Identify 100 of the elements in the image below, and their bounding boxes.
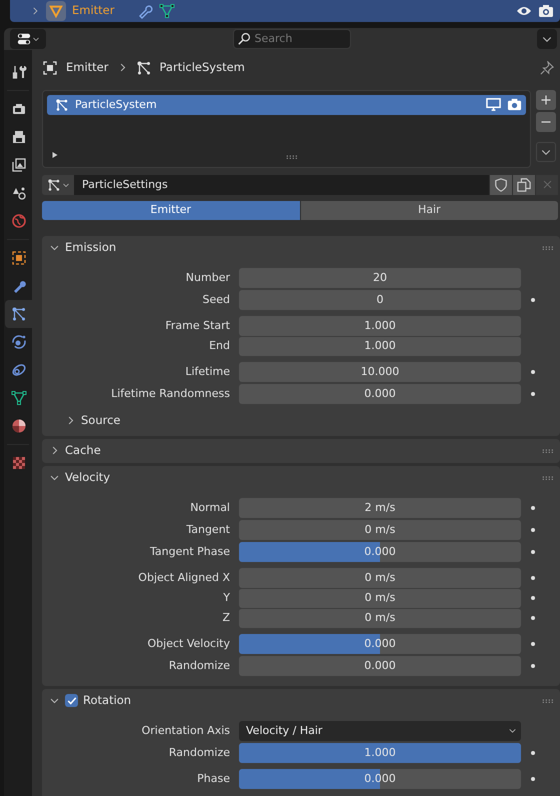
keyframe-dot[interactable] [531, 370, 535, 374]
pin-icon[interactable] [540, 60, 554, 75]
slider-field[interactable]: 0.000 [239, 634, 521, 654]
keyframe-dot[interactable] [531, 596, 535, 600]
datablock-browse-button[interactable] [42, 174, 74, 195]
globe-icon [11, 212, 27, 229]
field-label: Lifetime [184, 364, 231, 380]
object-name: Emitter [72, 2, 114, 20]
field-label: Tangent [185, 522, 231, 538]
field-label: Tangent Phase [149, 544, 231, 560]
field-label: Z [221, 610, 231, 626]
number-field[interactable]: 0.000 [239, 656, 521, 676]
keyframe-dot[interactable] [531, 550, 535, 554]
field-label: Lifetime Randomness [110, 386, 231, 402]
field-label: Normal [189, 500, 231, 516]
field-label: Seed [202, 292, 231, 308]
number-field[interactable]: 2 m/s [239, 498, 521, 518]
dropdown-field[interactable]: Velocity / Hair [239, 720, 521, 741]
number-field[interactable]: 0 m/s [239, 520, 521, 540]
list-item[interactable]: ParticleSystem [47, 94, 526, 115]
keyframe-dot[interactable] [531, 776, 535, 781]
keyframe-dot[interactable] [531, 506, 535, 510]
keyframe-dot[interactable] [531, 750, 535, 755]
particles-icon [136, 60, 152, 76]
particles-icon [46, 178, 60, 192]
type-tab[interactable]: Hair [300, 200, 558, 220]
expand-triangle-icon[interactable] [51, 150, 59, 159]
field-label: Y [222, 590, 231, 606]
triangle-mesh-icon[interactable] [158, 3, 174, 19]
checkbox[interactable] [65, 694, 78, 708]
dropdown-button[interactable] [537, 28, 557, 49]
orbit-icon [11, 334, 27, 350]
close-icon [542, 179, 552, 190]
add-button[interactable] [536, 90, 556, 110]
search-input[interactable]: Search [254, 30, 334, 48]
name-field[interactable]: ParticleSettings [74, 174, 489, 195]
number-field[interactable]: 1.000 [239, 316, 521, 336]
camera-icon[interactable] [506, 97, 522, 112]
panel-title[interactable]: Rotation [83, 692, 537, 710]
field-label: Orientation Axis [140, 722, 231, 739]
number-field[interactable]: 0 m/s [239, 568, 521, 588]
field-label: Frame Start [164, 318, 231, 334]
slider-field[interactable]: 0.000 [239, 768, 521, 789]
number-field[interactable]: 0.000 [239, 384, 521, 404]
breadcrumb-item[interactable]: ParticleSystem [160, 59, 245, 76]
panel-title[interactable]: Emission [65, 239, 537, 256]
keyframe-dot[interactable] [531, 642, 535, 646]
check-icon [66, 696, 76, 706]
wrench-icon[interactable] [136, 3, 152, 19]
wrench-screwdriver-icon [11, 64, 27, 80]
field-label: Randomize [168, 658, 231, 674]
triangle-mesh-icon [11, 390, 27, 406]
keyframe-dot[interactable] [531, 576, 535, 580]
printer-icon [11, 128, 27, 145]
remove-button[interactable] [536, 112, 556, 132]
type-tab[interactable]: Emitter [42, 200, 300, 220]
copy-icon [517, 178, 531, 192]
particles-icon [11, 306, 27, 322]
keyframe-dot[interactable] [531, 664, 535, 668]
keyframe-dot[interactable] [531, 298, 535, 302]
toggle-icon [16, 32, 30, 46]
field-label: Number [184, 270, 231, 286]
keyframe-dot[interactable] [531, 392, 535, 396]
shield-icon [494, 178, 508, 192]
particles-icon [55, 98, 69, 112]
editor-type-button[interactable] [10, 28, 46, 49]
fake-user-button[interactable] [490, 174, 512, 195]
scene-icon [11, 184, 27, 201]
search-field[interactable]: Search [232, 28, 350, 49]
keyframe-dot[interactable] [531, 528, 535, 532]
subpanel-title[interactable]: Source [81, 412, 120, 430]
monitor-icon[interactable] [486, 97, 500, 112]
field-label: End [208, 338, 231, 354]
object-square-icon [11, 250, 27, 266]
field-label: Randomize [168, 744, 231, 761]
checker-icon [11, 454, 27, 471]
number-field[interactable]: 0 m/s [239, 588, 521, 608]
number-field[interactable]: 20 [239, 268, 521, 288]
menu-button[interactable] [536, 142, 556, 162]
object-icon [42, 60, 58, 76]
breadcrumb-item[interactable]: Emitter [66, 59, 108, 76]
plus-icon [540, 94, 552, 106]
panel-title[interactable]: Cache [65, 442, 537, 460]
field-label: Object Aligned X [137, 570, 231, 586]
slider-field[interactable]: 1.000 [239, 742, 521, 763]
panel-title[interactable]: Velocity [65, 469, 537, 486]
search-icon [238, 32, 250, 46]
number-field[interactable]: 1.000 [239, 336, 521, 356]
field-label: Phase [196, 770, 231, 787]
camera-icon[interactable] [538, 3, 554, 19]
duplicate-button[interactable] [513, 174, 535, 195]
keyframe-dot[interactable] [531, 616, 535, 620]
number-field[interactable]: 0 [239, 290, 521, 310]
image-stack-icon [11, 156, 27, 173]
number-field[interactable]: 10.000 [239, 362, 521, 382]
slider-field[interactable]: 0.000 [239, 542, 521, 562]
properties-tab[interactable] [5, 300, 33, 328]
number-field[interactable]: 0 m/s [239, 608, 521, 628]
outliner-row[interactable]: Emitter [10, 0, 560, 22]
material-sphere-icon [11, 418, 27, 434]
